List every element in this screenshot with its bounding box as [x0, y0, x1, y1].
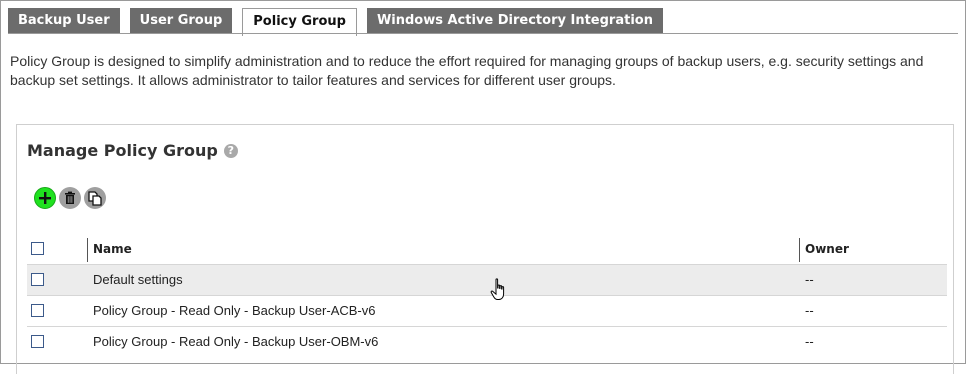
- row-owner: --: [805, 272, 814, 287]
- copy-policy-group-button[interactable]: [84, 187, 106, 209]
- column-divider: [87, 238, 88, 262]
- table-row[interactable]: Default settings --: [27, 265, 947, 296]
- delete-policy-group-button[interactable]: [59, 187, 81, 209]
- row-checkbox[interactable]: [31, 273, 44, 286]
- copy-icon: [88, 190, 102, 206]
- help-icon[interactable]: ?: [223, 143, 238, 158]
- table-header: Name Owner: [27, 234, 947, 265]
- tab-bar: Backup User User Group Policy Group Wind…: [8, 8, 673, 36]
- panel-title: Manage Policy Group ?: [27, 141, 238, 160]
- row-owner: --: [805, 303, 814, 318]
- hand-cursor-icon: [490, 278, 505, 300]
- row-name[interactable]: Policy Group - Read Only - Backup User-O…: [93, 327, 378, 357]
- add-policy-group-button[interactable]: [34, 187, 56, 209]
- trash-icon: [65, 191, 75, 204]
- table-row[interactable]: Policy Group - Read Only - Backup User-O…: [27, 327, 947, 357]
- manage-policy-group-panel: Manage Policy Group ? Name Owner Default…: [16, 124, 954, 374]
- row-checkbox[interactable]: [31, 335, 44, 348]
- column-divider: [799, 238, 800, 262]
- panel-title-text: Manage Policy Group: [27, 141, 218, 160]
- table-row[interactable]: Policy Group - Read Only - Backup User-A…: [27, 296, 947, 327]
- plus-icon: [39, 192, 51, 204]
- tab-user-group[interactable]: User Group: [129, 8, 233, 34]
- column-header-name[interactable]: Name: [93, 234, 132, 264]
- row-checkbox[interactable]: [31, 304, 44, 317]
- tab-windows-ad-integration[interactable]: Windows Active Directory Integration: [366, 8, 663, 34]
- select-all-checkbox[interactable]: [31, 242, 44, 255]
- policy-group-table: Name Owner Default settings -- Policy Gr…: [27, 234, 947, 357]
- row-name[interactable]: Policy Group - Read Only - Backup User-A…: [93, 296, 375, 326]
- page-description: Policy Group is designed to simplify adm…: [10, 53, 924, 88]
- tab-policy-group[interactable]: Policy Group: [242, 8, 357, 36]
- tab-backup-user[interactable]: Backup User: [8, 8, 120, 34]
- row-name[interactable]: Default settings: [93, 265, 183, 295]
- column-header-owner[interactable]: Owner: [805, 234, 849, 264]
- tab-divider: [8, 33, 958, 34]
- row-owner: --: [805, 334, 814, 349]
- toolbar: [34, 187, 106, 209]
